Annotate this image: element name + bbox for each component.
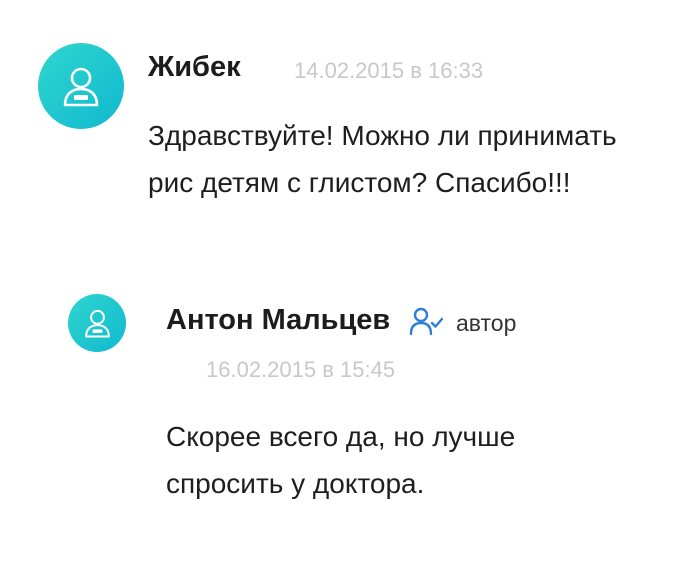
comment-author[interactable]: Антон Мальцев <box>166 304 390 337</box>
comment-date: 16.02.2015 в 15:45 <box>206 357 396 382</box>
comment-text: Скорее всего да, но лучше спросить у док… <box>166 413 515 507</box>
comment-text-line: спросить у доктора. <box>166 468 425 499</box>
user-icon <box>63 67 99 107</box>
comment-text-line: Здравствуйте! Можно ли принимать <box>148 120 617 151</box>
avatar[interactable] <box>68 294 126 352</box>
comment-date: 14.02.2015 в 16:33 <box>294 58 484 83</box>
comment-text-line: Скорее всего да, но лучше <box>166 421 516 452</box>
user-icon <box>84 309 110 338</box>
author-badge: автор <box>456 310 517 336</box>
author-check-icon <box>409 307 443 336</box>
comment-text: Здравствуйте! Можно ли принимать рис дет… <box>148 112 617 206</box>
comment-text-line: рис детям с глистом? Спасибо!!! <box>148 167 571 198</box>
comment-author[interactable]: Жибек <box>148 51 241 84</box>
avatar[interactable] <box>38 43 124 129</box>
